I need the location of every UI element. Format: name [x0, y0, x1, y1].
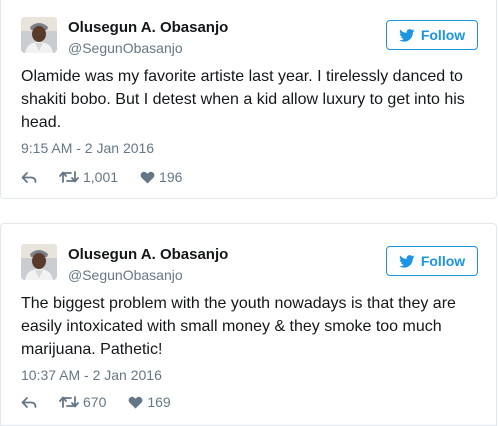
heart-icon — [140, 171, 155, 183]
follow-button[interactable]: Follow — [386, 246, 478, 276]
like-count: 196 — [159, 169, 183, 185]
author-handle[interactable]: @SegunObasanjo — [68, 267, 183, 283]
tweet-separator — [0, 199, 498, 223]
follow-button-label: Follow — [420, 27, 466, 43]
like-button[interactable]: 196 — [140, 169, 182, 185]
like-count: 169 — [147, 394, 171, 410]
tweet-text: Olamide was my favorite artiste last yea… — [21, 68, 465, 131]
reply-button[interactable] — [21, 171, 37, 184]
reply-icon — [21, 396, 37, 408]
like-button[interactable]: 169 — [128, 394, 171, 410]
author-name[interactable]: Olusegun A. Obasanjo — [68, 19, 228, 36]
retweet-count: 1,001 — [83, 169, 119, 185]
tweet-actions: 1,001 196 — [21, 167, 182, 187]
tweet-timestamp[interactable]: 9:15 AM - 2 Jan 2016 — [21, 140, 154, 156]
author-name[interactable]: Olusegun A. Obasanjo — [68, 246, 228, 263]
follow-button-label: Follow — [420, 253, 466, 269]
retweet-icon — [59, 396, 79, 408]
follow-button[interactable]: Follow — [386, 20, 478, 50]
heart-icon — [128, 396, 143, 408]
twitter-bird-icon — [398, 28, 415, 42]
tweet-actions: 670 169 — [21, 392, 171, 412]
reply-icon — [21, 171, 37, 183]
avatar[interactable] — [21, 244, 57, 280]
tweet-text: The biggest problem with the youth nowad… — [21, 295, 456, 358]
tweet-card: Olusegun A. Obasanjo @SegunObasanjo Foll… — [0, 223, 497, 426]
reply-button[interactable] — [21, 396, 37, 409]
tweet-timestamp[interactable]: 10:37 AM - 2 Jan 2016 — [21, 367, 162, 383]
retweet-button[interactable]: 670 — [59, 394, 106, 410]
author-handle[interactable]: @SegunObasanjo — [68, 40, 183, 56]
avatar[interactable] — [21, 17, 57, 53]
retweet-count: 670 — [83, 394, 107, 410]
twitter-bird-icon — [398, 254, 415, 268]
retweet-icon — [59, 171, 79, 183]
tweet-card: Olusegun A. Obasanjo @SegunObasanjo Foll… — [0, 0, 497, 199]
retweet-button[interactable]: 1,001 — [59, 169, 118, 185]
